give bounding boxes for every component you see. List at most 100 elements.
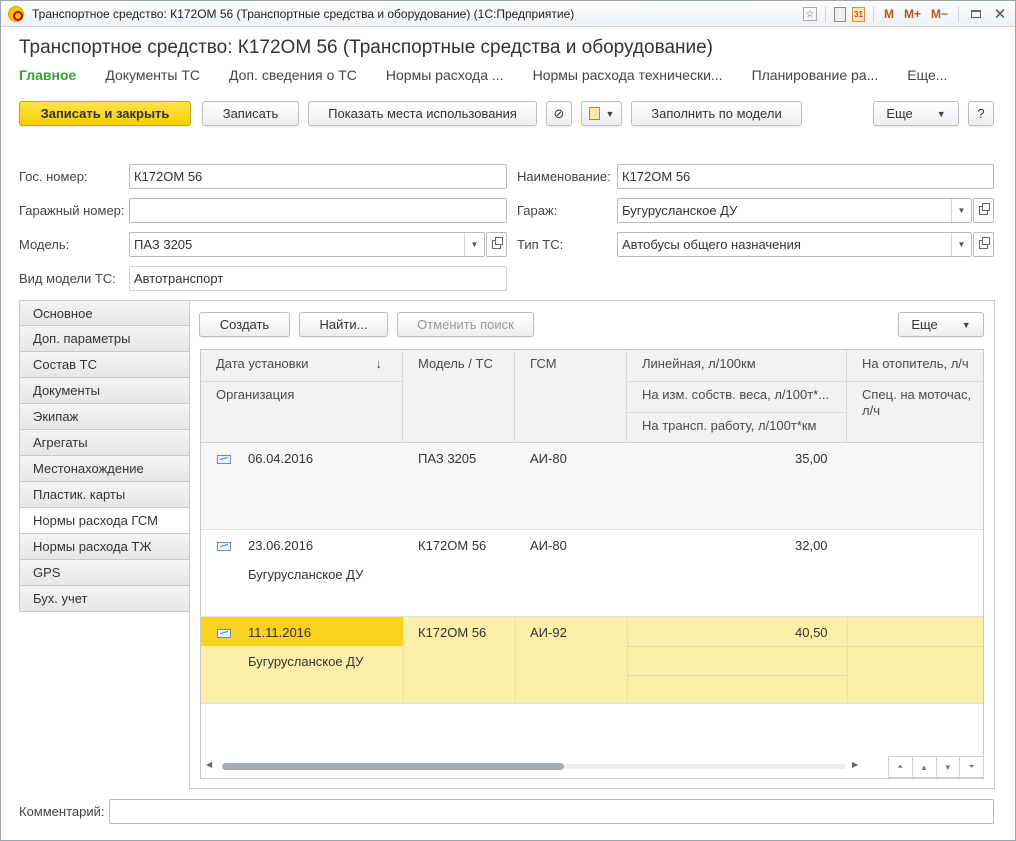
more-button-label: Еще (886, 106, 913, 121)
tab-plastik-karty[interactable]: Пластик. карты (19, 482, 190, 508)
find-button[interactable]: Найти... (299, 312, 388, 337)
model-label: Модель: (19, 237, 70, 252)
chevron-down-icon: ▼ (961, 319, 971, 330)
save-and-close-button[interactable]: Записать и закрыть (19, 101, 191, 126)
header-org[interactable]: Организация (201, 381, 403, 443)
cell-org: Бугурусланское ДУ (248, 567, 364, 582)
memory-plus-icon[interactable]: M+ (902, 5, 923, 23)
tip-ts-label: Тип ТС: (517, 237, 564, 252)
cancel-search-button[interactable]: Отменить поиск (397, 312, 534, 337)
nav-technical-norms[interactable]: Нормы расхода технически... (533, 67, 723, 83)
last-row-icon[interactable]: ⏷ (960, 757, 983, 777)
fill-by-model-button[interactable]: Заполнить по модели (631, 101, 802, 126)
more-button[interactable]: Еще ▼ (873, 101, 959, 126)
memory-m-icon[interactable]: M (882, 5, 896, 23)
norms-table[interactable]: Дата установки ↓ Организация Модель / ТС… (200, 349, 984, 779)
calendar-icon[interactable]: 31 (851, 6, 865, 22)
nav-more[interactable]: Еще... (907, 67, 947, 83)
table-row[interactable]: 23.06.2016 Бугурусланское ДУ К172ОМ 56 А… (201, 530, 983, 617)
divider (958, 6, 959, 22)
vid-modeli-field: Автотранспорт (129, 266, 507, 291)
norm-record-icon (217, 542, 231, 551)
open-icon (979, 203, 990, 215)
scroll-thumb[interactable] (222, 763, 564, 770)
table-row[interactable]: 06.04.2016 ПАЗ 3205 АИ-80 35,00 (201, 443, 983, 530)
nav-consumption-norms[interactable]: Нормы расхода ... (386, 67, 504, 83)
favorite-icon[interactable]: ☆ (802, 7, 817, 21)
tab-sostav-ts[interactable]: Состав ТС (19, 352, 190, 378)
comment-field[interactable] (109, 799, 994, 824)
tab-gps[interactable]: GPS (19, 560, 190, 586)
naimenovanie-field[interactable]: К172ОМ 56 (617, 164, 994, 189)
header-gsm[interactable]: ГСМ (515, 350, 627, 443)
tab-dokumenty[interactable]: Документы (19, 378, 190, 404)
page-tabs: Основное Доп. параметры Состав ТС Докуме… (19, 300, 190, 612)
norm-record-icon (217, 629, 231, 638)
garazh-value: Бугурусланское ДУ (622, 203, 738, 218)
header-date-label: Дата установки (216, 356, 309, 371)
garazh-open-button[interactable] (973, 198, 994, 223)
divider (201, 381, 403, 382)
table-header: Дата установки ↓ Организация Модель / ТС… (201, 350, 983, 443)
first-row-icon[interactable]: ⏶ (889, 757, 913, 777)
tab-agregaty[interactable]: Агрегаты (19, 430, 190, 456)
grid-more-button[interactable]: Еще ▼ (898, 312, 984, 337)
header-own-weight[interactable]: На изм. собств. веса, л/100т*... (627, 381, 847, 412)
garazh-field[interactable]: Бугурусланское ДУ ▼ (617, 198, 972, 223)
tab-normy-tzh[interactable]: Нормы расхода ТЖ (19, 534, 190, 560)
next-row-icon[interactable]: ▼ (937, 757, 961, 777)
nav-planning[interactable]: Планирование ра... (752, 67, 879, 83)
close-icon[interactable]: ✕ (991, 5, 1009, 23)
header-spec-line2: л/ч (862, 403, 880, 418)
chevron-down-icon[interactable]: ▼ (951, 233, 971, 256)
horizontal-scrollbar[interactable]: ◀ ▶ (200, 757, 864, 775)
chevron-down-icon[interactable]: ▼ (951, 199, 971, 222)
model-open-button[interactable] (486, 232, 507, 257)
tip-ts-open-button[interactable] (973, 232, 994, 257)
help-button[interactable]: ? (968, 101, 994, 126)
tab-ekipazh[interactable]: Экипаж (19, 404, 190, 430)
header-model[interactable]: Модель / ТС (403, 350, 515, 443)
nav-additional-info[interactable]: Доп. сведения о ТС (229, 67, 357, 83)
scroll-right-icon[interactable]: ▶ (852, 760, 858, 769)
title-bar: Транспортное средство: К172ОМ 56 (Трансп… (1, 1, 1015, 27)
header-transport-work[interactable]: На трансп. работу, л/100т*км (627, 412, 847, 443)
attachment-button[interactable]: ⊘ (546, 101, 572, 126)
header-heater[interactable]: На отопитель, л/ч (847, 350, 983, 381)
header-spec-motohour[interactable]: Спец. на моточас, л/ч (847, 381, 983, 443)
cell-gsm: АИ-80 (530, 538, 567, 553)
gos-nomer-field[interactable]: К172ОМ 56 (129, 164, 507, 189)
create-button[interactable]: Создать (199, 312, 290, 337)
grid-more-label: Еще (911, 317, 938, 332)
tab-osnovnoe[interactable]: Основное (19, 300, 190, 326)
chevron-down-icon[interactable]: ▼ (464, 233, 484, 256)
divider (627, 675, 847, 676)
nav-main[interactable]: Главное (19, 67, 76, 83)
divider (824, 6, 826, 22)
model-field[interactable]: ПАЗ 3205 ▼ (129, 232, 485, 257)
memory-minus-icon[interactable]: M− (929, 5, 950, 23)
tab-normy-gsm[interactable]: Нормы расхода ГСМ (19, 508, 190, 534)
table-row-selected[interactable]: 11.11.2016 Бугурусланское ДУ К172ОМ 56 А… (201, 617, 983, 704)
prev-row-icon[interactable]: ▲ (913, 757, 937, 777)
tab-buh-uchet[interactable]: Бух. учет (19, 586, 190, 612)
cell-date: 06.04.2016 (248, 451, 314, 466)
restore-icon[interactable] (967, 5, 985, 23)
chevron-down-icon: ▼ (936, 108, 946, 119)
report-menu-button[interactable]: ▼ (581, 101, 622, 126)
vid-modeli-label: Вид модели ТС: (19, 271, 116, 286)
tab-mestonahozhdenie[interactable]: Местонахождение (19, 456, 190, 482)
garazh-nomer-field[interactable] (129, 198, 507, 223)
header-linear[interactable]: Линейная, л/100км (627, 350, 847, 381)
tab-dop-parametry[interactable]: Доп. параметры (19, 326, 190, 352)
header-date[interactable]: Дата установки ↓ (201, 350, 403, 381)
app-window: Транспортное средство: К172ОМ 56 (Трансп… (0, 0, 1016, 841)
title-bar-icons: ☆ 31 M M+ M− ✕ (802, 5, 1009, 23)
scroll-left-icon[interactable]: ◀ (206, 760, 212, 769)
divider (403, 617, 404, 703)
calculator-icon[interactable] (833, 6, 846, 22)
tip-ts-field[interactable]: Автобусы общего назначения ▼ (617, 232, 972, 257)
show-usage-button[interactable]: Показать места использования (308, 101, 537, 126)
save-button[interactable]: Записать (202, 101, 299, 126)
nav-documents-ts[interactable]: Документы ТС (105, 67, 200, 83)
